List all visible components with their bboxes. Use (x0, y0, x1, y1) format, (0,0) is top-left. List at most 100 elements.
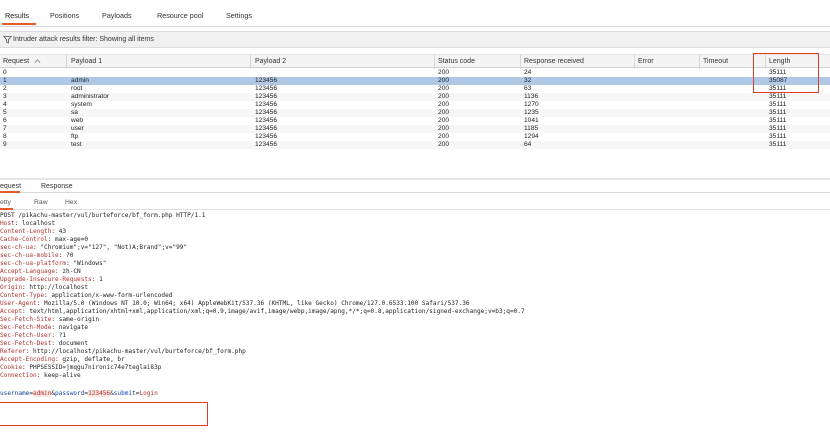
header-value: Mozilla/5.0 (Windows NT 10.0; Win64; x64… (44, 300, 470, 307)
table-row[interactable]: 7 user 123456 200 1185 35111 (0, 125, 830, 133)
header-line: Content-Length: 43 (0, 228, 66, 236)
column-divider[interactable] (434, 55, 435, 69)
cell-request: 7 (3, 125, 7, 132)
column-divider[interactable] (520, 55, 521, 69)
cell-payload-1: sa (71, 109, 78, 116)
table-row[interactable]: 8 ftp 123456 200 1294 35111 (0, 133, 830, 141)
message-view-tabs: etty Raw Hex (0, 197, 830, 210)
tab-payloads[interactable]: Payloads (102, 11, 132, 20)
column-divider[interactable] (765, 55, 766, 69)
cell-payload-1: admin (71, 77, 89, 84)
header-value: ?0 (66, 252, 74, 259)
results-table: Request Payload 1 Payload 2 Status code … (0, 54, 830, 178)
cell-length: 35111 (769, 133, 787, 140)
cell-payload-2: 123456 (255, 117, 278, 124)
header-value: application/x-www-form-urlencoded (51, 292, 173, 299)
tab-hex[interactable]: Hex (65, 199, 77, 206)
cell-response-received: 1185 (524, 125, 539, 132)
tab-settings[interactable]: Settings (226, 11, 252, 20)
cell-payload-1: test (71, 141, 82, 148)
header-name: sec-ch-ua-platform (0, 260, 67, 267)
column-divider[interactable] (699, 55, 700, 69)
cell-request: 6 (3, 117, 7, 124)
tab-positions[interactable]: Positions (50, 11, 79, 20)
cell-response-received: 1294 (524, 133, 539, 140)
header-name: Sec-Fetch-Dest (0, 340, 52, 347)
cell-length: 35111 (769, 93, 787, 100)
header-value: http://localhost/pikachu-master/vul/burt… (33, 348, 246, 355)
header-name: Sec-Fetch-Mode (0, 324, 52, 331)
tab-resource-pool[interactable]: Resource pool (157, 11, 203, 20)
header-line: Host: localhost (0, 220, 55, 228)
header-value: 43 (58, 228, 67, 235)
param-value: admin (33, 390, 52, 397)
header-value: text/html,application/xhtml+xml,applicat… (29, 308, 525, 315)
header-name: Accept (0, 308, 23, 315)
param-name: submit (113, 390, 136, 397)
header-separator: : (51, 340, 59, 347)
table-row[interactable]: 3 administrator 123456 200 1136 35111 (0, 93, 830, 101)
column-divider[interactable] (634, 55, 635, 69)
cell-request: 8 (3, 133, 7, 140)
cell-length: 35111 (769, 141, 787, 148)
header-line: Upgrade-Insecure-Requests: 1 (0, 276, 103, 284)
cell-length: 35111 (769, 85, 787, 92)
header-name: Cookie (0, 364, 23, 371)
header-line: Accept-Encoding: gzip, deflate, br (0, 356, 125, 364)
tab-raw[interactable]: Raw (34, 199, 48, 206)
column-header-request[interactable]: Request (3, 58, 29, 65)
table-row[interactable]: 2 root 123456 200 63 35111 (0, 85, 830, 93)
column-header-status-code[interactable]: Status code (438, 58, 475, 65)
column-header-timeout[interactable]: Timeout (703, 58, 728, 65)
header-separator: : (51, 324, 59, 331)
request-editor[interactable]: POST /pikachu-master/vul/burteforce/bf_f… (0, 212, 830, 432)
cell-response-received: 1136 (524, 93, 539, 100)
table-row[interactable]: 1 admin 123456 200 32 35087 (0, 77, 830, 85)
column-header-error[interactable]: Error (638, 58, 654, 65)
column-header-payload-1[interactable]: Payload 1 (71, 58, 102, 65)
column-header-payload-2[interactable]: Payload 2 (255, 58, 286, 65)
cell-payload-1: administrator (71, 93, 110, 100)
header-separator: : (36, 300, 45, 307)
cell-status-code: 200 (438, 85, 450, 92)
header-separator: : (51, 332, 59, 339)
header-line: Origin: http://localhost (0, 284, 88, 292)
table-row[interactable]: 9 test 123456 200 64 35111 (0, 141, 830, 149)
param-value: Login (139, 390, 158, 397)
table-row[interactable]: 0 200 24 35111 (0, 69, 830, 77)
tab-results[interactable]: Results (5, 11, 29, 20)
cell-status-code: 200 (438, 117, 450, 124)
tab-pretty[interactable]: etty (0, 199, 11, 206)
cell-length: 35111 (769, 101, 787, 108)
cell-payload-1: web (71, 117, 84, 124)
cell-payload-1: root (71, 85, 83, 92)
top-tab-bar: Results Positions Payloads Resource pool… (0, 0, 830, 27)
table-row[interactable]: 5 sa 123456 200 1235 35111 (0, 109, 830, 117)
cell-payload-1: user (71, 125, 84, 132)
cell-payload-2: 123456 (255, 77, 278, 84)
header-value: "Windows" (73, 260, 107, 267)
sort-ascending-icon (34, 59, 41, 63)
filter-label: Intruder attack results filter: Showing … (13, 36, 154, 43)
header-name: Sec-Fetch-User (0, 332, 52, 339)
header-value: "Chromium";v="127", "Not)A;Brand";v="99" (40, 244, 188, 251)
table-row[interactable]: 4 system 123456 200 1270 35111 (0, 101, 830, 109)
results-filter-bar[interactable]: Intruder attack results filter: Showing … (0, 31, 830, 48)
column-header-length[interactable]: Length (769, 58, 790, 65)
active-view-indicator (0, 208, 13, 210)
tab-request[interactable]: equest (0, 183, 21, 190)
header-name: Host (0, 220, 15, 227)
table-row[interactable]: 6 web 123456 200 1041 35111 (0, 117, 830, 125)
column-divider[interactable] (250, 55, 251, 69)
request-line: POST /pikachu-master/vul/burteforce/bf_f… (0, 212, 206, 219)
header-name: Content-Type (0, 292, 45, 299)
header-name: sec-ch-ua (0, 244, 34, 251)
tab-response[interactable]: Response (41, 183, 73, 190)
request-body-line: username=admin&password=123456&submit=Lo… (0, 390, 158, 398)
header-value: document (58, 340, 89, 347)
cell-payload-2: 123456 (255, 85, 278, 92)
column-divider[interactable] (66, 55, 67, 69)
column-header-response-received[interactable]: Response received (524, 58, 584, 65)
cell-request: 2 (3, 85, 7, 92)
param-name: password (55, 390, 85, 397)
